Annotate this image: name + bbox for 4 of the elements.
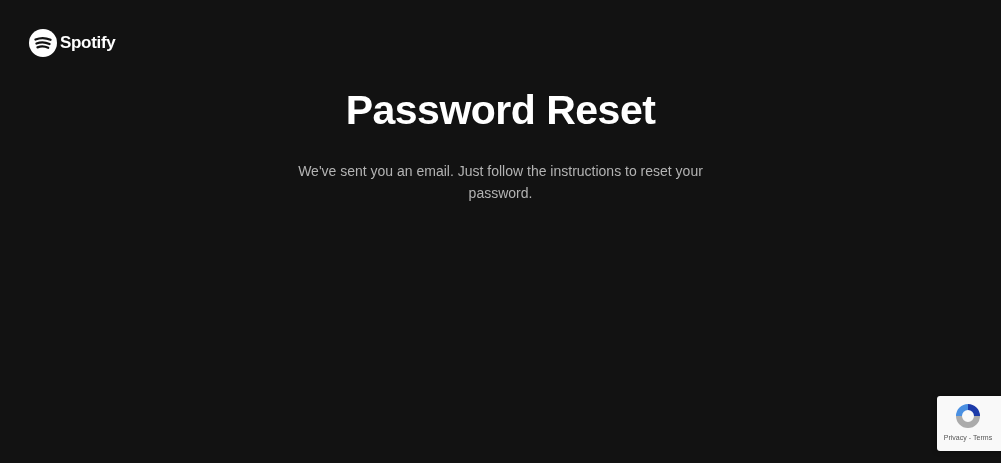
logo-text[interactable]: Spotify <box>60 33 116 53</box>
page-title: Password Reset <box>345 87 656 134</box>
spotify-logo-icon <box>29 29 57 57</box>
instructions-text: We've sent you an email. Just follow the instructions to reset your password. <box>297 162 704 203</box>
